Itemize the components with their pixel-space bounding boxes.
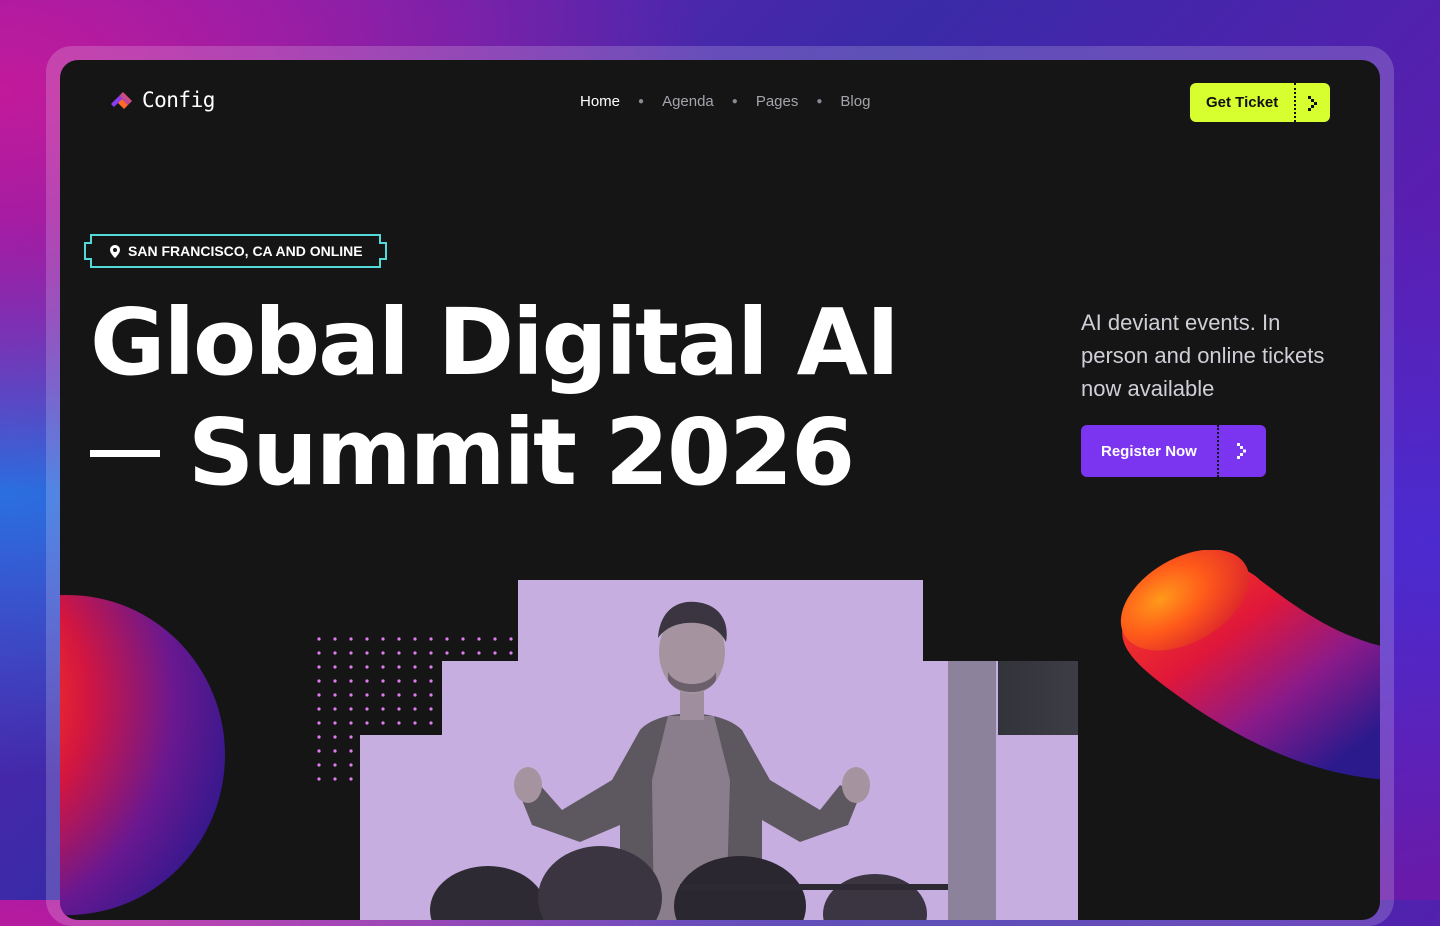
hero-tagline: AI deviant events. In person and online … [1081,310,1325,401]
brand-name: Config [142,88,215,112]
brand-logo[interactable]: Config [108,88,215,112]
nav-item-home[interactable]: Home [580,93,620,110]
decorative-tube-shape [1120,550,1380,780]
landing-page: Config Home ● Agenda ● Pages ● Blog Get … [60,60,1380,920]
page-title: Global Digital AI Summit 2026 [90,288,900,508]
main-nav: Home ● Agenda ● Pages ● Blog [580,93,870,110]
location-badge: SAN FRANCISCO, CA AND ONLINE [84,234,387,268]
register-now-label: Register Now [1081,425,1217,477]
nav-separator: ● [731,96,738,107]
decorative-sphere [60,595,225,915]
get-ticket-button[interactable]: Get Ticket [1190,83,1331,122]
title-line-1: Global Digital AI [90,289,900,396]
register-now-button[interactable]: Register Now [1081,425,1266,477]
location-text: SAN FRANCISCO, CA AND ONLINE [128,243,363,259]
nav-separator: ● [816,96,823,107]
chevron-right-icon [1216,425,1266,477]
title-dash [90,450,160,458]
title-line-2: Summit 2026 [188,399,855,506]
config-logo-icon [111,92,132,109]
nav-item-pages[interactable]: Pages [756,93,799,110]
speaker-photo [305,580,1078,920]
nav-separator: ● [638,96,645,107]
get-ticket-label: Get Ticket [1190,83,1295,122]
chevron-right-icon [1294,83,1331,122]
map-pin-icon [110,244,120,258]
nav-item-blog[interactable]: Blog [840,93,870,110]
nav-item-agenda[interactable]: Agenda [662,93,714,110]
